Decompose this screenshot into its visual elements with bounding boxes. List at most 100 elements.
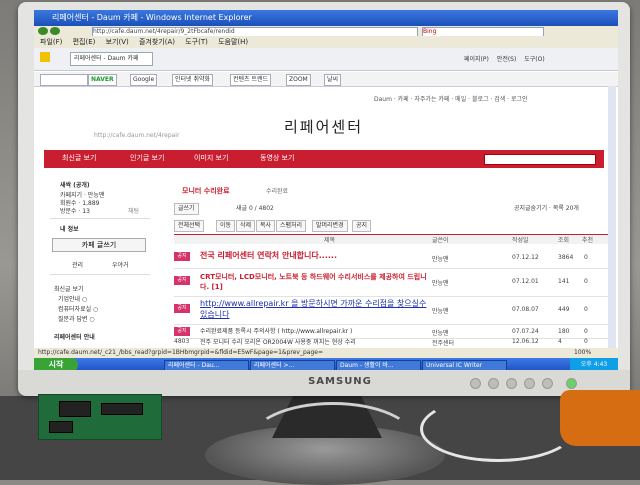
ie-menu-page[interactable]: 페이지(P) [464,56,489,63]
board-connector [101,403,143,415]
monitor-button[interactable] [470,378,481,389]
menu-item[interactable]: 보기(V) [106,38,129,46]
start-button[interactable]: 시작 [34,358,78,370]
cable [420,396,576,462]
toolbar-zoom[interactable]: ZOOM [286,74,311,86]
copy-button[interactable]: 복사 [256,220,276,232]
move-button[interactable]: 이동 [216,220,236,232]
cafe-title[interactable]: 리페어센터 [284,116,424,137]
zoom-level[interactable]: 100% [574,348,591,358]
table-header: 제목 글쓴이 작성일 조회 추천 [174,234,614,244]
post-subject[interactable]: 전국 리페어센터 연락처 안내합니다...... [200,250,400,262]
post-date: 12.06.12 [512,338,539,345]
menu-item[interactable]: 파일(F) [40,38,62,46]
clock[interactable]: 오후 4:43 [570,358,618,370]
toolbar-item[interactable]: 컨텐츠 트랜드 [230,74,272,86]
menu-repair-guide[interactable]: 리페어센터 안내 [54,332,95,341]
post-author[interactable]: 만능맨 [432,278,449,287]
browser-tab[interactable]: 리페어센터 - Daum 카페 [70,52,153,66]
notice-badge: 공지 [174,276,190,285]
daum-top-links[interactable]: Daum · 카페 · 자주가는 카페 · 메일 · 블로그 · 검색 · 로그… [374,94,574,103]
favorites-star-icon[interactable] [40,52,50,62]
table-row[interactable]: 공지 전국 리페어센터 연락처 안내합니다...... 만능맨 07.12.12… [174,246,614,269]
chat-link[interactable]: 채팅 [128,206,139,215]
post-number: 4803 [174,338,190,345]
menu-company[interactable]: 기업안내 ○ [58,294,87,303]
monitor-button[interactable] [542,378,553,389]
table-row[interactable]: 4803 전주 모니터 수리 오리온 OR2004W 사용중 꺼지는 현상 수리… [174,338,614,348]
toolbar-google[interactable]: Google [130,74,158,86]
post-date: 07.07.24 [512,328,539,335]
menu-latest[interactable]: 최신글 보기 [54,284,84,293]
spam-button[interactable]: 스팸처리 [276,220,307,232]
ie-menu-tools[interactable]: 도구(O) [524,56,544,63]
monitor-button[interactable] [524,378,535,389]
menu-item[interactable]: 도구(T) [185,38,208,46]
toolbar-search-box[interactable] [40,74,88,86]
table-row[interactable]: 공지 CRT모니터, LCD모니터, 노트북 등 하드웨어 수리서비스를 제공하… [174,270,614,297]
window-titlebar: 리페어센터 - Daum 카페 - Windows Internet Explo… [34,10,618,26]
board-sub: 수리완료 [266,188,289,195]
list-controls[interactable]: 공지글숨기기 · 목록 20개 [514,203,579,212]
nav-images[interactable]: 이미지 보기 [194,153,228,163]
nav-videos[interactable]: 동영상 보기 [260,153,294,163]
col-views: 조회 [558,237,570,244]
board-chip [49,421,73,433]
forward-icon[interactable] [50,27,60,35]
post-date: 07.12.12 [512,254,539,261]
menu-item[interactable]: 즐겨찾기(A) [139,38,175,46]
cafe-search-input[interactable] [484,154,596,165]
menu-qna[interactable]: 질문과 답변 ○ [58,314,95,323]
taskbar-item[interactable]: 리페어센터 - Dau... [164,360,249,370]
post-recommend: 0 [584,338,588,345]
taskbar-item[interactable]: Universal IC Writer [422,360,507,370]
prefix-button[interactable]: 말머리변경 [312,220,348,232]
post-recommend: 0 [584,254,588,261]
post-author[interactable]: 만능맨 [432,254,449,263]
nav-latest[interactable]: 최신글 보기 [62,153,96,163]
back-icon[interactable] [38,27,48,35]
sidebar-link[interactable]: 관리 [72,260,83,269]
menu-pc-files[interactable]: 컴퓨터자료실 ○ [58,304,98,313]
post-author[interactable]: 만능맨 [432,306,449,315]
cafe-visits: 방문수 · 13 [60,208,90,215]
table-row[interactable]: 공지 http://www.allrepair.kr 을 방문하시면 가까운 수… [174,298,614,325]
ie-menu-safety[interactable]: 안전(S) [497,56,517,63]
notice-button[interactable]: 공지 [352,220,372,232]
taskbar-item[interactable]: Daum - 생활이 바... [336,360,421,370]
scrollbar[interactable] [608,86,616,348]
cafe-rank: 새싹 (공개) [60,182,90,189]
post-views: 449 [558,306,570,313]
post-recommend: 0 [584,306,588,313]
taskbar-item[interactable]: 리페어센터 >... [250,360,335,370]
divider [50,218,150,219]
monitor-brand: SAMSUNG [308,376,372,387]
post-subject[interactable]: CRT모니터, LCD모니터, 노트북 등 하드웨어 수리서비스를 제공하여 드… [200,272,430,292]
board-name[interactable]: 모니터 수리완료 [182,186,230,196]
screen: 리페어센터 - Daum 카페 - Windows Internet Explo… [34,10,618,370]
monitor-button[interactable] [506,378,517,389]
post-subject[interactable]: http://www.allrepair.kr 을 방문하시면 가까운 수리점을… [200,298,430,320]
power-button[interactable] [566,378,577,389]
post-author[interactable]: 전주센터 [432,338,454,347]
my-info-header: 내 정보 [60,226,79,233]
nav-popular[interactable]: 인기글 보기 [130,153,164,163]
delete-button[interactable]: 삭제 [236,220,256,232]
post-date: 07.12.01 [512,278,539,285]
menu-item[interactable]: 도움말(H) [218,38,248,46]
post-date: 07.08.07 [512,306,539,313]
monitor-button[interactable] [488,378,499,389]
write-button[interactable]: 글쓰기 [174,203,199,215]
menu-bar: 파일(F) 편집(E) 보기(V) 즐겨찾기(A) 도구(T) 도움말(H) [34,36,618,48]
post-views: 4 [558,338,562,345]
toolbar-item[interactable]: 인터넷 취약화 [172,74,214,86]
post-author[interactable]: 만능맨 [432,328,449,337]
toolbar-naver[interactable]: NAVER [88,74,117,86]
post-views: 141 [558,278,570,285]
menu-item[interactable]: 편집(E) [73,38,96,46]
sidebar-link[interactable]: 우야거 [112,260,129,269]
select-all-button[interactable]: 전체선택 [174,220,205,232]
write-post-button[interactable]: 카페 글쓰기 [52,238,146,252]
toolbar-weather[interactable]: 날씨 [324,74,342,86]
power-drill [560,390,640,446]
